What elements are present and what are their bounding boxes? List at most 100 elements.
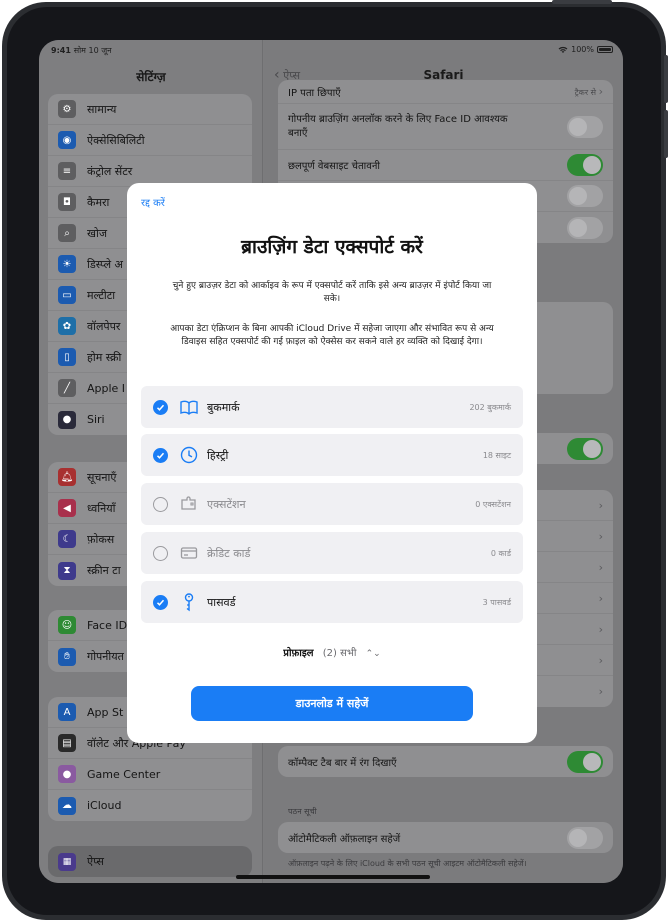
option-label: पासवर्ड bbox=[207, 596, 236, 609]
sidebar-item-icloud[interactable]: ☁ iCloud bbox=[48, 790, 252, 821]
wifi-icon bbox=[558, 46, 568, 53]
hide-ip-row[interactable]: IP पता छिपाएँ ट्रैकर से › bbox=[278, 80, 613, 104]
sidebar-item-label: खोज bbox=[87, 226, 108, 240]
chevron-right-icon: › bbox=[598, 498, 603, 512]
puzzle-icon bbox=[181, 496, 196, 510]
cancel-button[interactable]: रद्द करें bbox=[141, 195, 165, 209]
moon-icon: ☾ bbox=[58, 530, 76, 548]
game-center-icon: ● bbox=[58, 765, 76, 783]
passwords-option[interactable]: पासवर्ड 3 पासवर्ड bbox=[141, 581, 523, 623]
face-id-lock-row: गोपनीय ब्राउज़िंग अनलॉक करने के लिए Face… bbox=[278, 104, 613, 150]
sidebar-item-label: कंट्रोल सेंटर bbox=[87, 164, 133, 178]
sheet-warning: आपका डेटा एंक्रिप्शन के बिना आपकी iCloud… bbox=[170, 324, 494, 347]
reading-list-group: ऑटोमैटिकली ऑफ़लाइन सहेजें bbox=[278, 822, 613, 853]
compact-tab-group: कॉम्पैक्ट टैब बार में रंग दिखाएँ bbox=[278, 746, 613, 777]
pencil-icon: ╱ bbox=[58, 379, 76, 397]
sidebar-item-label: गोपनीयत bbox=[87, 650, 124, 663]
sidebar-item-general[interactable]: ⚙ सामान्य bbox=[48, 94, 252, 125]
sidebar-item-label: iCloud bbox=[87, 799, 122, 812]
option-label: बुकमार्क bbox=[207, 401, 240, 414]
sidebar-item-label: मल्टीटा bbox=[87, 288, 116, 302]
chevron-up-down-icon: ⌃⌄ bbox=[365, 649, 381, 659]
sun-icon: ☀ bbox=[58, 255, 76, 273]
sidebar-item-label: सामान्य bbox=[87, 102, 117, 116]
home-screen-icon: ▯ bbox=[58, 348, 76, 366]
hide-ip-value: ट्रैकर से bbox=[574, 88, 597, 97]
export-browsing-data-sheet: रद्द करें ब्राउज़िंग डेटा एक्सपोर्ट करें… bbox=[127, 183, 537, 743]
unchecked-circle-icon bbox=[153, 497, 168, 512]
chevron-right-icon: › bbox=[598, 685, 603, 698]
hand-icon: ✋︎ bbox=[58, 647, 76, 666]
sidebar-item-label: Face ID bbox=[87, 618, 128, 632]
setting-toggle[interactable] bbox=[567, 185, 603, 207]
chevron-right-icon: › bbox=[598, 85, 603, 98]
option-label: एक्सटेंशन bbox=[207, 498, 246, 511]
bell-icon: 🔔︎ bbox=[58, 468, 76, 486]
profile-value: (2) सभी bbox=[322, 648, 357, 659]
hourglass-icon: ⧗ bbox=[58, 561, 76, 580]
fraud-warning-row: छलपूर्ण वेबसाइट चेतावनी bbox=[278, 150, 613, 181]
compact-tab-label: कॉम्पैक्ट टैब बार में रंग दिखाएँ bbox=[288, 757, 397, 769]
sidebar-title: सेटिंग्ज़ bbox=[136, 70, 166, 84]
option-count: 202 बुकमार्क bbox=[469, 403, 511, 412]
setting-toggle[interactable] bbox=[567, 216, 603, 239]
history-option[interactable]: हिस्ट्री 18 साइट bbox=[141, 434, 523, 476]
sidebar-item-label: डिस्प्ले अ bbox=[87, 257, 123, 271]
sidebar-item-accessibility[interactable]: ◉ ऐक्सेसिबिलिटी bbox=[48, 125, 252, 156]
status-time-text: 9:41 bbox=[51, 46, 71, 55]
auto-offline-row: ऑटोमैटिकली ऑफ़लाइन सहेजें bbox=[278, 822, 613, 853]
key-icon bbox=[184, 593, 194, 612]
face-id-lock-toggle[interactable] bbox=[567, 115, 603, 138]
sidebar-item-label: ध्वनियाँ bbox=[87, 501, 116, 515]
camera-icon: ◘ bbox=[58, 193, 76, 211]
volume-up-button bbox=[664, 55, 668, 103]
credit-card-icon bbox=[180, 547, 198, 559]
wallet-icon: ▤ bbox=[58, 734, 76, 752]
switches-icon: ≡ bbox=[58, 162, 76, 180]
sheet-description: चुने हुए ब्राउज़र डेटा को आर्काइव के रूप… bbox=[172, 281, 492, 304]
hide-ip-label: IP पता छिपाएँ bbox=[288, 87, 341, 99]
save-to-downloads-button[interactable]: डाउनलोड में सहेजें bbox=[191, 686, 473, 721]
sidebar-item-game-center[interactable]: ● Game Center bbox=[48, 759, 252, 790]
profile-selector[interactable]: प्रोफ़ाइल (2) सभी ⌃⌄ bbox=[127, 645, 537, 659]
auto-offline-label: ऑटोमैटिकली ऑफ़लाइन सहेजें bbox=[288, 833, 401, 845]
checkmark-icon bbox=[153, 448, 168, 463]
compact-tab-row: कॉम्पैक्ट टैब बार में रंग दिखाएँ bbox=[278, 746, 613, 777]
status-bar: 9:41 सोम 10 जून 100% bbox=[39, 40, 623, 60]
bookmarks-option[interactable]: बुकमार्क 202 बुकमार्क bbox=[141, 386, 523, 428]
battery-percent: 100% bbox=[571, 45, 594, 54]
clock-icon bbox=[180, 446, 198, 464]
siri-icon: ● bbox=[58, 410, 76, 429]
chevron-right-icon: › bbox=[598, 622, 603, 636]
apps-grid-icon: ▦ bbox=[58, 852, 76, 871]
flower-icon: ✿ bbox=[58, 317, 76, 335]
chevron-right-icon: › bbox=[598, 653, 603, 667]
setting-toggle[interactable] bbox=[567, 437, 603, 460]
face-id-icon: ☺ bbox=[58, 616, 76, 634]
sidebar-item-label: Game Center bbox=[87, 767, 161, 781]
checkmark-icon bbox=[153, 595, 168, 610]
sidebar-item-label: वॉलपेपर bbox=[87, 319, 121, 333]
credit-cards-option[interactable]: क्रेडिट कार्ड 0 कार्ड bbox=[141, 532, 523, 574]
sheet-title: ब्राउज़िंग डेटा एक्सपोर्ट करें bbox=[241, 236, 423, 258]
chevron-right-icon: › bbox=[598, 529, 603, 543]
status-date: सोम 10 जून bbox=[73, 46, 112, 55]
face-id-lock-label: गोपनीय ब्राउज़िंग अनलॉक करने के लिए Face… bbox=[288, 113, 508, 139]
extensions-option[interactable]: एक्सटेंशन 0 एक्सटेंशन bbox=[141, 483, 523, 525]
fraud-warning-toggle[interactable] bbox=[567, 154, 603, 176]
status-time: 9:41 सोम 10 जून bbox=[51, 45, 112, 56]
sidebar-item-apps[interactable]: ▦ ऐप्स bbox=[48, 846, 252, 877]
option-count: 0 कार्ड bbox=[490, 549, 511, 558]
screen: 9:41 सोम 10 जून 100% सेटिंग्ज़ ⚙ सामान्य … bbox=[39, 40, 623, 883]
accessibility-icon: ◉ bbox=[58, 131, 76, 149]
compact-tab-toggle[interactable] bbox=[567, 750, 603, 773]
gear-icon: ⚙ bbox=[58, 100, 76, 118]
unchecked-circle-icon bbox=[153, 546, 168, 561]
home-indicator bbox=[236, 875, 430, 879]
sidebar-item-label: स्क्रीन टा bbox=[87, 564, 121, 577]
search-icon: ⌕ bbox=[58, 224, 76, 242]
sidebar-item-label: App St bbox=[87, 705, 124, 719]
checkmark-icon bbox=[153, 400, 168, 415]
auto-offline-toggle[interactable] bbox=[567, 826, 603, 849]
sidebar-item-label: ऐक्सेसिबिलिटी bbox=[87, 133, 145, 147]
